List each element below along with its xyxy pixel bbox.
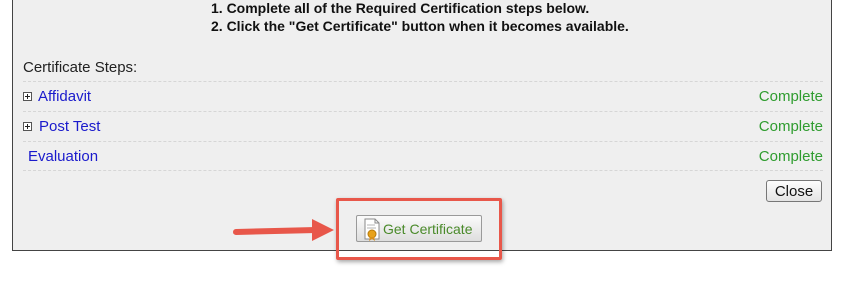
step-row-post-test: Post Test Complete [23, 111, 823, 141]
expand-plus-icon[interactable] [23, 92, 32, 101]
instruction-line-2: 2. Click the "Get Certificate" button wh… [211, 18, 629, 34]
expand-plus-icon[interactable] [23, 122, 32, 131]
step-link-evaluation[interactable]: Evaluation [28, 148, 98, 165]
instructions: 1. Complete all of the Required Certific… [211, 0, 629, 35]
step-row-affidavit: Affidavit Complete [23, 81, 823, 111]
step-status-evaluation: Complete [758, 148, 823, 165]
step-link-post-test[interactable]: Post Test [39, 118, 100, 135]
close-button[interactable]: Close [766, 180, 822, 202]
instruction-line-1: 1. Complete all of the Required Certific… [211, 0, 590, 16]
get-certificate-label: Get Certificate [383, 221, 473, 237]
step-link-affidavit[interactable]: Affidavit [38, 88, 91, 105]
step-row-evaluation: Evaluation Complete [23, 141, 823, 171]
get-certificate-button[interactable]: Get Certificate [356, 215, 482, 242]
certificate-icon [364, 218, 380, 241]
step-status-post-test: Complete [758, 118, 823, 135]
annotation-arrow-icon [233, 219, 334, 241]
step-status-affidavit: Complete [758, 88, 823, 105]
steps-heading: Certificate Steps: [23, 59, 138, 76]
